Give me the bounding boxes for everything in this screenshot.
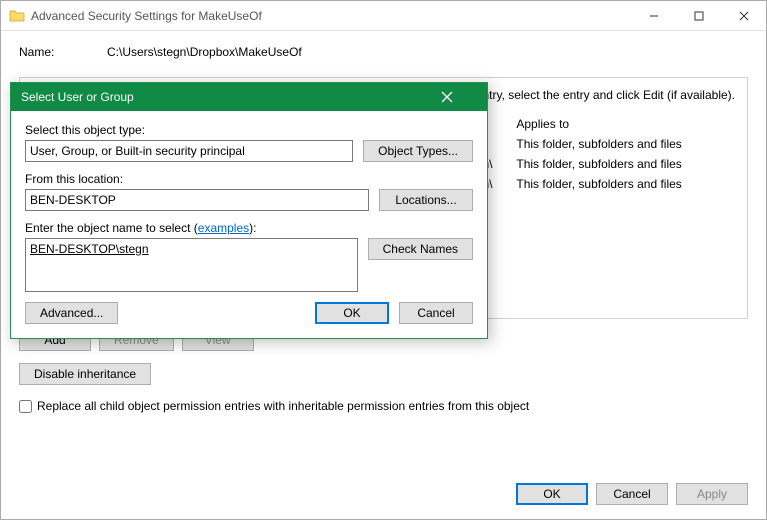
footer-buttons: OK Cancel Apply bbox=[516, 483, 748, 505]
dialog-titlebar: Select User or Group bbox=[11, 83, 487, 111]
replace-checkbox[interactable] bbox=[19, 400, 32, 413]
dialog-footer: Advanced... OK Cancel bbox=[25, 302, 473, 324]
close-button[interactable] bbox=[721, 1, 766, 30]
object-name-label: Enter the object name to select (example… bbox=[25, 221, 358, 235]
examples-link[interactable]: examples bbox=[198, 221, 249, 235]
name-label: Name: bbox=[19, 45, 107, 59]
disable-inheritance-button[interactable]: Disable inheritance bbox=[19, 363, 151, 385]
locations-button[interactable]: Locations... bbox=[379, 189, 473, 211]
folder-icon bbox=[9, 8, 25, 24]
cancel-button[interactable]: Cancel bbox=[596, 483, 668, 505]
maximize-button[interactable] bbox=[676, 1, 721, 30]
object-type-group: Select this object type: Object Types... bbox=[25, 123, 473, 162]
main-titlebar: Advanced Security Settings for MakeUseOf bbox=[1, 1, 766, 31]
replace-checkbox-row: Replace all child object permission entr… bbox=[19, 399, 748, 413]
col-applies: Applies to bbox=[510, 114, 735, 134]
replace-checkbox-label: Replace all child object permission entr… bbox=[37, 399, 529, 413]
location-field[interactable] bbox=[25, 189, 369, 211]
window-title: Advanced Security Settings for MakeUseOf bbox=[31, 9, 631, 23]
dialog-close-button[interactable] bbox=[441, 91, 481, 103]
advanced-button[interactable]: Advanced... bbox=[25, 302, 118, 324]
check-names-button[interactable]: Check Names bbox=[368, 238, 473, 260]
dialog-ok-button[interactable]: OK bbox=[315, 302, 389, 324]
object-name-group: Enter the object name to select (example… bbox=[25, 221, 473, 292]
window-controls bbox=[631, 1, 766, 30]
ok-button[interactable]: OK bbox=[516, 483, 588, 505]
location-label: From this location: bbox=[25, 172, 369, 186]
name-row: Name: C:\Users\stegn\Dropbox\MakeUseOf bbox=[19, 45, 748, 59]
dialog-body: Select this object type: Object Types...… bbox=[11, 111, 487, 338]
select-user-dialog: Select User or Group Select this object … bbox=[10, 82, 488, 339]
object-type-field[interactable] bbox=[25, 140, 353, 162]
disable-inheritance-row: Disable inheritance bbox=[19, 363, 748, 385]
object-type-label: Select this object type: bbox=[25, 123, 353, 137]
location-group: From this location: Locations... bbox=[25, 172, 473, 211]
name-value: C:\Users\stegn\Dropbox\MakeUseOf bbox=[107, 45, 302, 59]
minimize-button[interactable] bbox=[631, 1, 676, 30]
object-types-button[interactable]: Object Types... bbox=[363, 140, 473, 162]
dialog-cancel-button[interactable]: Cancel bbox=[399, 302, 473, 324]
dialog-title: Select User or Group bbox=[21, 90, 441, 104]
object-name-field[interactable]: BEN-DESKTOP\stegn bbox=[25, 238, 358, 292]
apply-button: Apply bbox=[676, 483, 748, 505]
